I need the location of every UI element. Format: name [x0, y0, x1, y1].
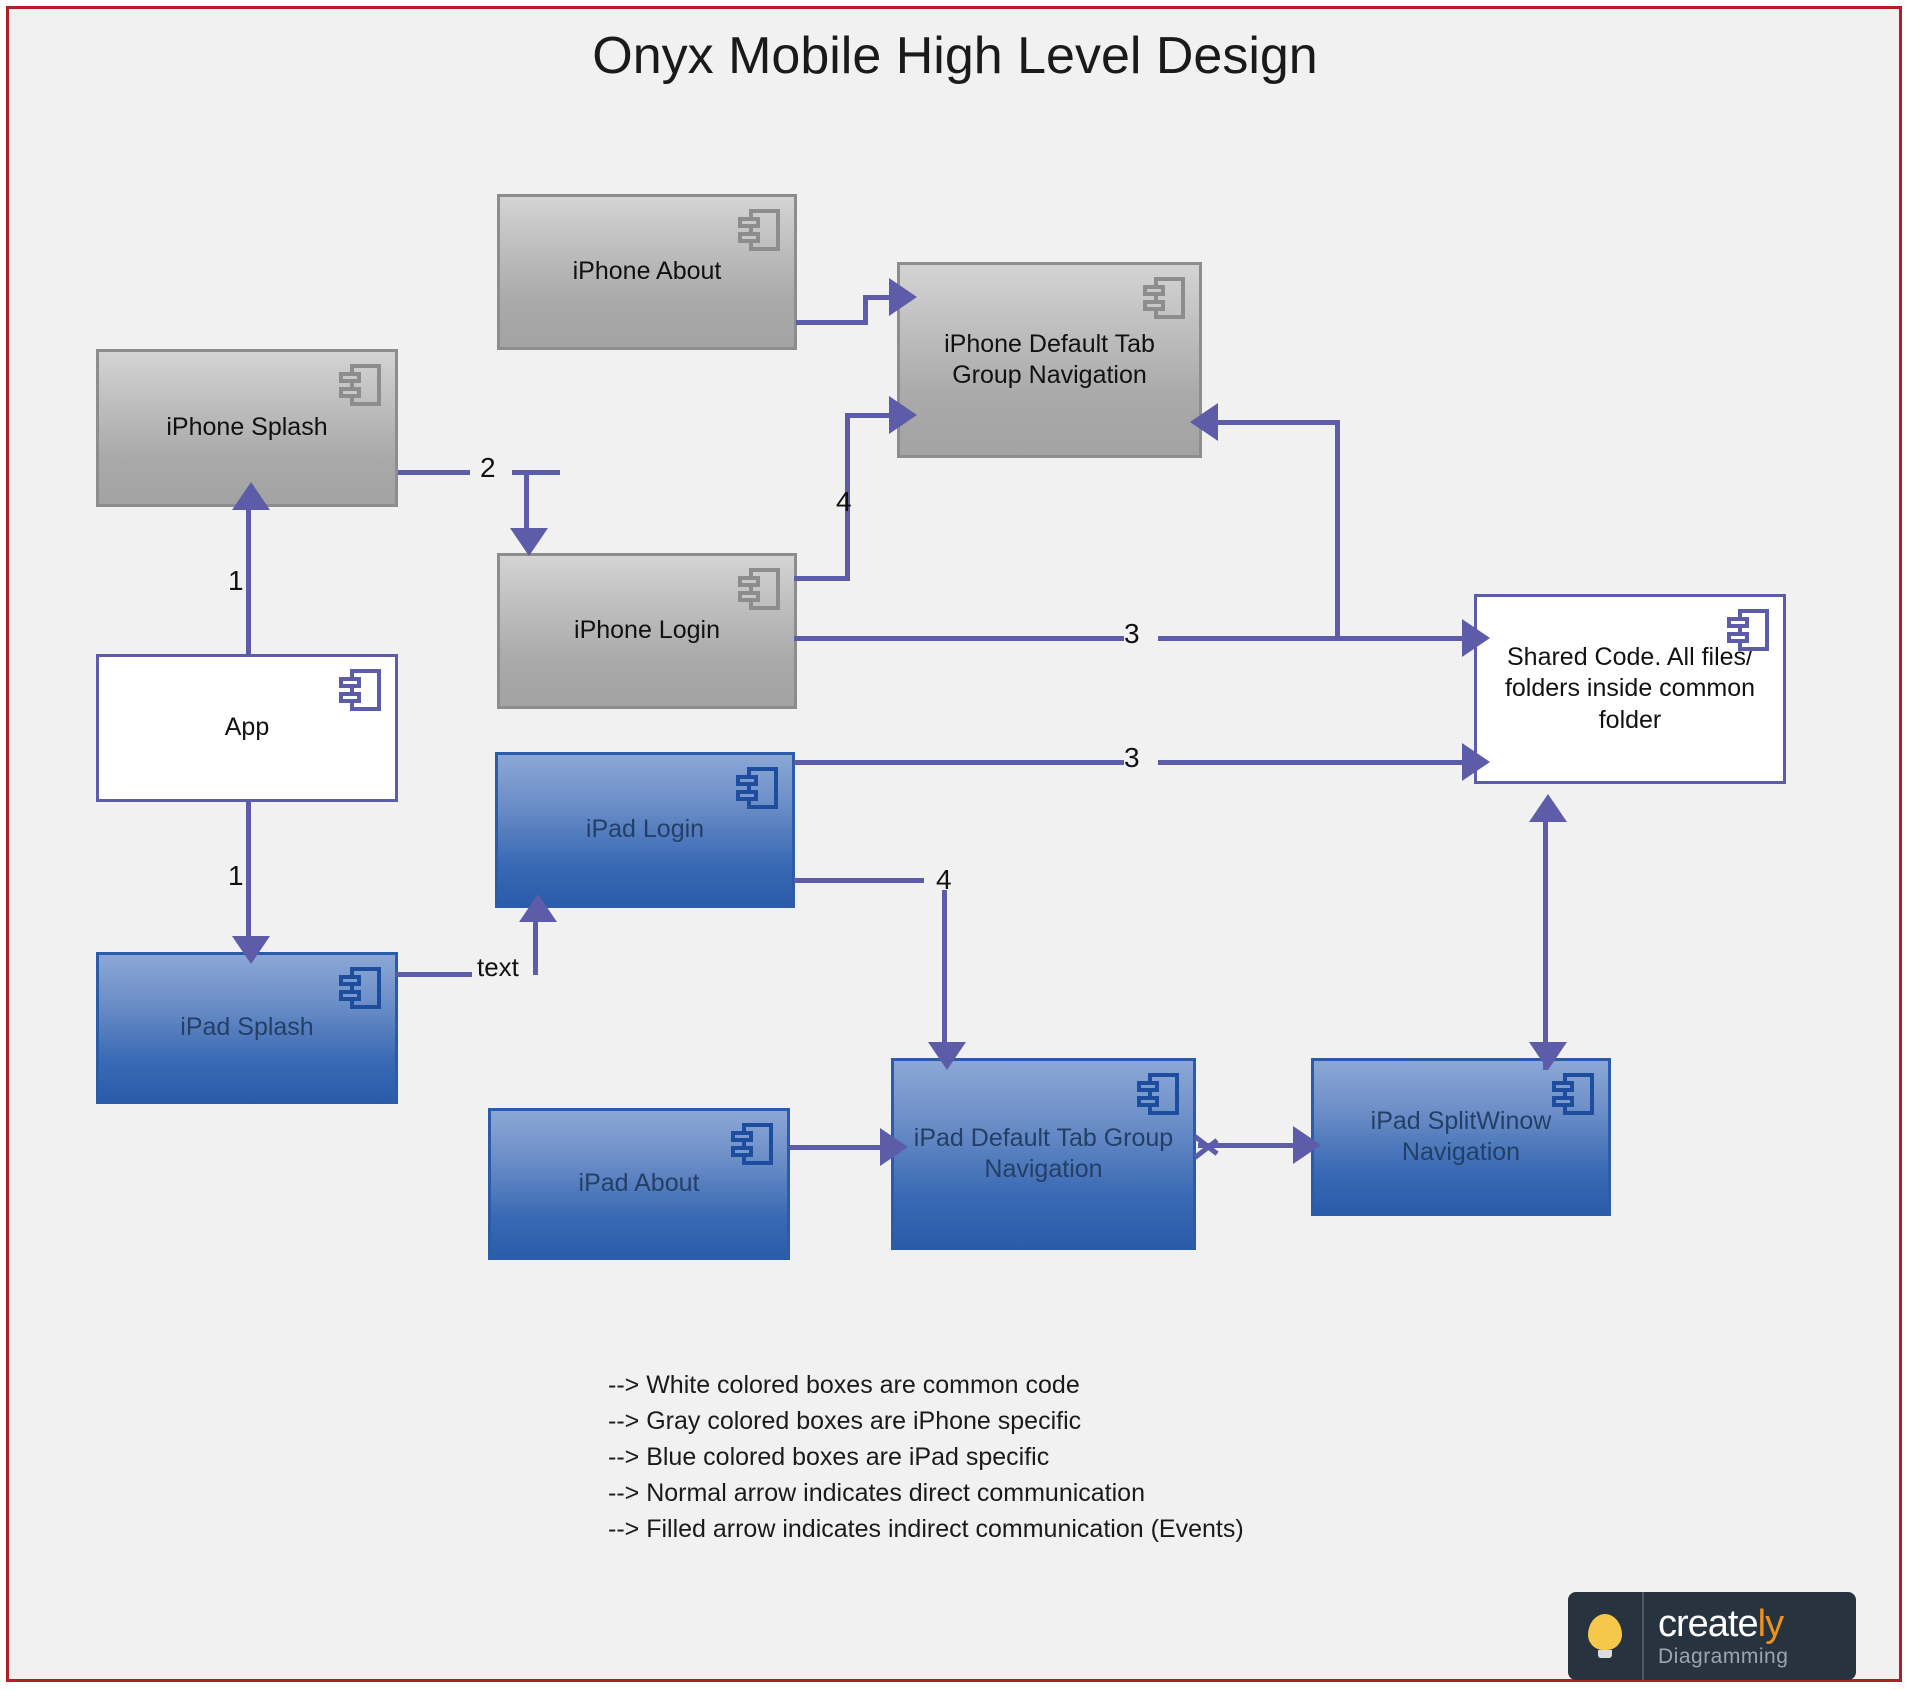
- edge-ipad-splitnav-to-shared-v: [1543, 820, 1548, 1070]
- arrowhead-down-iphone-login: [510, 528, 548, 556]
- legend: --> White colored boxes are common code …: [608, 1372, 1244, 1552]
- edge-ipad-splash-to-login-h: [396, 972, 472, 977]
- arrowhead-right-iphone-tabnav-2: [889, 396, 917, 434]
- component-shared-code[interactable]: Shared Code. All files/ folders inside c…: [1474, 594, 1786, 784]
- component-label: iPhone About: [572, 257, 722, 286]
- component-icon: [1143, 277, 1185, 319]
- component-ipad-splash[interactable]: iPad Splash: [96, 952, 398, 1104]
- lightbulb-icon: [1568, 1592, 1644, 1680]
- edge-app-to-iphone-splash: [246, 508, 251, 656]
- edge-label-iphone-login-shared: 3: [1124, 618, 1140, 649]
- arrowhead-open-left-ipad-tabnav: [1195, 1130, 1221, 1160]
- component-ipad-default-tab-group-navigation[interactable]: iPad Default Tab Group Navigation: [891, 1058, 1196, 1250]
- component-label: iPad SplitWinow Navigation: [1370, 1106, 1552, 1166]
- edge-iphone-splash-to-login-v: [524, 470, 529, 535]
- page-title: Onyx Mobile High Level Design: [592, 27, 1318, 85]
- arrowhead-right-shared-2: [1462, 743, 1490, 781]
- edge-ipad-login-to-shared-h2: [1158, 760, 1474, 765]
- component-ipad-about[interactable]: iPad About: [488, 1108, 790, 1260]
- legend-item-filled-arrow: --> Filled arrow indicates indirect comm…: [608, 1515, 1244, 1543]
- legend-item-gray: --> Gray colored boxes are iPhone specif…: [608, 1407, 1082, 1435]
- component-iphone-default-tab-group-navigation[interactable]: iPhone Default Tab Group Navigation: [897, 262, 1202, 458]
- creately-name-accent: ly: [1757, 1603, 1784, 1645]
- legend-item-white: --> White colored boxes are common code: [608, 1371, 1080, 1399]
- arrowhead-down-ipad-tabnav: [928, 1042, 966, 1070]
- edge-shared-to-iphone-tabnav-v: [1335, 420, 1340, 638]
- legend-item-normal-arrow: --> Normal arrow indicates direct commun…: [608, 1479, 1145, 1507]
- edge-shared-to-iphone-tabnav-h: [1215, 420, 1337, 425]
- edge-label-iphone-login-tabnav: 4: [836, 486, 852, 517]
- component-label: Shared Code. All files/ folders inside c…: [1504, 643, 1756, 734]
- arrowhead-up-shared: [1529, 794, 1567, 822]
- edge-label-app-iphone-splash: 1: [228, 565, 244, 596]
- component-label: iPad About: [578, 1169, 700, 1198]
- arrowhead-up-iphone-splash: [232, 482, 270, 510]
- edge-iphone-login-to-shared-h2: [1158, 636, 1474, 641]
- creately-tagline: Diagramming: [1658, 1645, 1789, 1668]
- component-icon: [731, 1123, 773, 1165]
- edge-label-ipad-splash-login: text: [477, 952, 519, 982]
- component-label: iPhone Login: [574, 616, 720, 645]
- edge-label-ipad-login-shared: 3: [1124, 742, 1140, 773]
- component-label: App: [224, 713, 270, 742]
- component-iphone-login[interactable]: iPhone Login: [497, 553, 797, 709]
- arrowhead-down-ipad-splitnav: [1529, 1042, 1567, 1070]
- edge-iphone-login-to-tabnav-h1: [794, 576, 850, 581]
- component-label: iPad Default Tab Group Navigation: [913, 1123, 1174, 1183]
- legend-item-blue: --> Blue colored boxes are iPad specific: [608, 1443, 1050, 1471]
- component-ipad-splitwinow-navigation[interactable]: iPad SplitWinow Navigation: [1311, 1058, 1611, 1216]
- edge-ipad-login-to-tabnav-h: [794, 878, 924, 883]
- component-app[interactable]: App: [96, 654, 398, 802]
- edge-ipad-splash-to-login-v: [533, 920, 538, 975]
- component-icon: [1552, 1073, 1594, 1115]
- component-ipad-login[interactable]: iPad Login: [495, 752, 795, 908]
- component-icon: [339, 669, 381, 711]
- component-label: iPad Splash: [180, 1013, 314, 1042]
- arrowhead-right-iphone-tabnav-1: [889, 278, 917, 316]
- component-icon: [736, 767, 778, 809]
- edge-ipad-login-to-tabnav-v: [942, 890, 947, 1050]
- edge-label-app-ipad-splash: 1: [228, 860, 244, 891]
- component-iphone-about[interactable]: iPhone About: [497, 194, 797, 350]
- edge-iphone-about-to-tabnav-h1: [796, 320, 868, 325]
- component-icon: [738, 568, 780, 610]
- component-icon: [738, 209, 780, 251]
- component-icon: [1137, 1073, 1179, 1115]
- arrowhead-up-ipad-login: [519, 894, 557, 922]
- creately-logo[interactable]: creately Diagramming: [1568, 1592, 1856, 1680]
- component-icon: [339, 364, 381, 406]
- arrowhead-down-ipad-splash: [232, 936, 270, 964]
- edge-ipad-login-to-shared-h1: [794, 760, 1124, 765]
- edge-label-ipad-login-tabnav: 4: [936, 864, 952, 895]
- component-label: iPhone Splash: [166, 413, 328, 442]
- edge-app-to-ipad-splash: [246, 800, 251, 940]
- component-label: iPad Login: [585, 815, 705, 844]
- creately-wordmark: creately Diagramming: [1644, 1605, 1788, 1667]
- component-icon: [339, 967, 381, 1009]
- component-icon: [1727, 609, 1769, 651]
- edge-iphone-login-to-shared-h1: [794, 636, 1124, 641]
- edge-iphone-splash-to-login-h1: [398, 470, 470, 475]
- diagram-canvas: Onyx Mobile High Level Design 1 1 2 4 3 …: [0, 0, 1910, 1690]
- creately-name: create: [1658, 1603, 1759, 1645]
- arrowhead-left-iphone-tabnav: [1190, 403, 1218, 441]
- edge-iphone-splash-to-login-h2: [512, 470, 560, 475]
- component-label: iPhone Default Tab Group Navigation: [944, 329, 1155, 389]
- edge-label-iphone-splash-login: 2: [480, 452, 496, 483]
